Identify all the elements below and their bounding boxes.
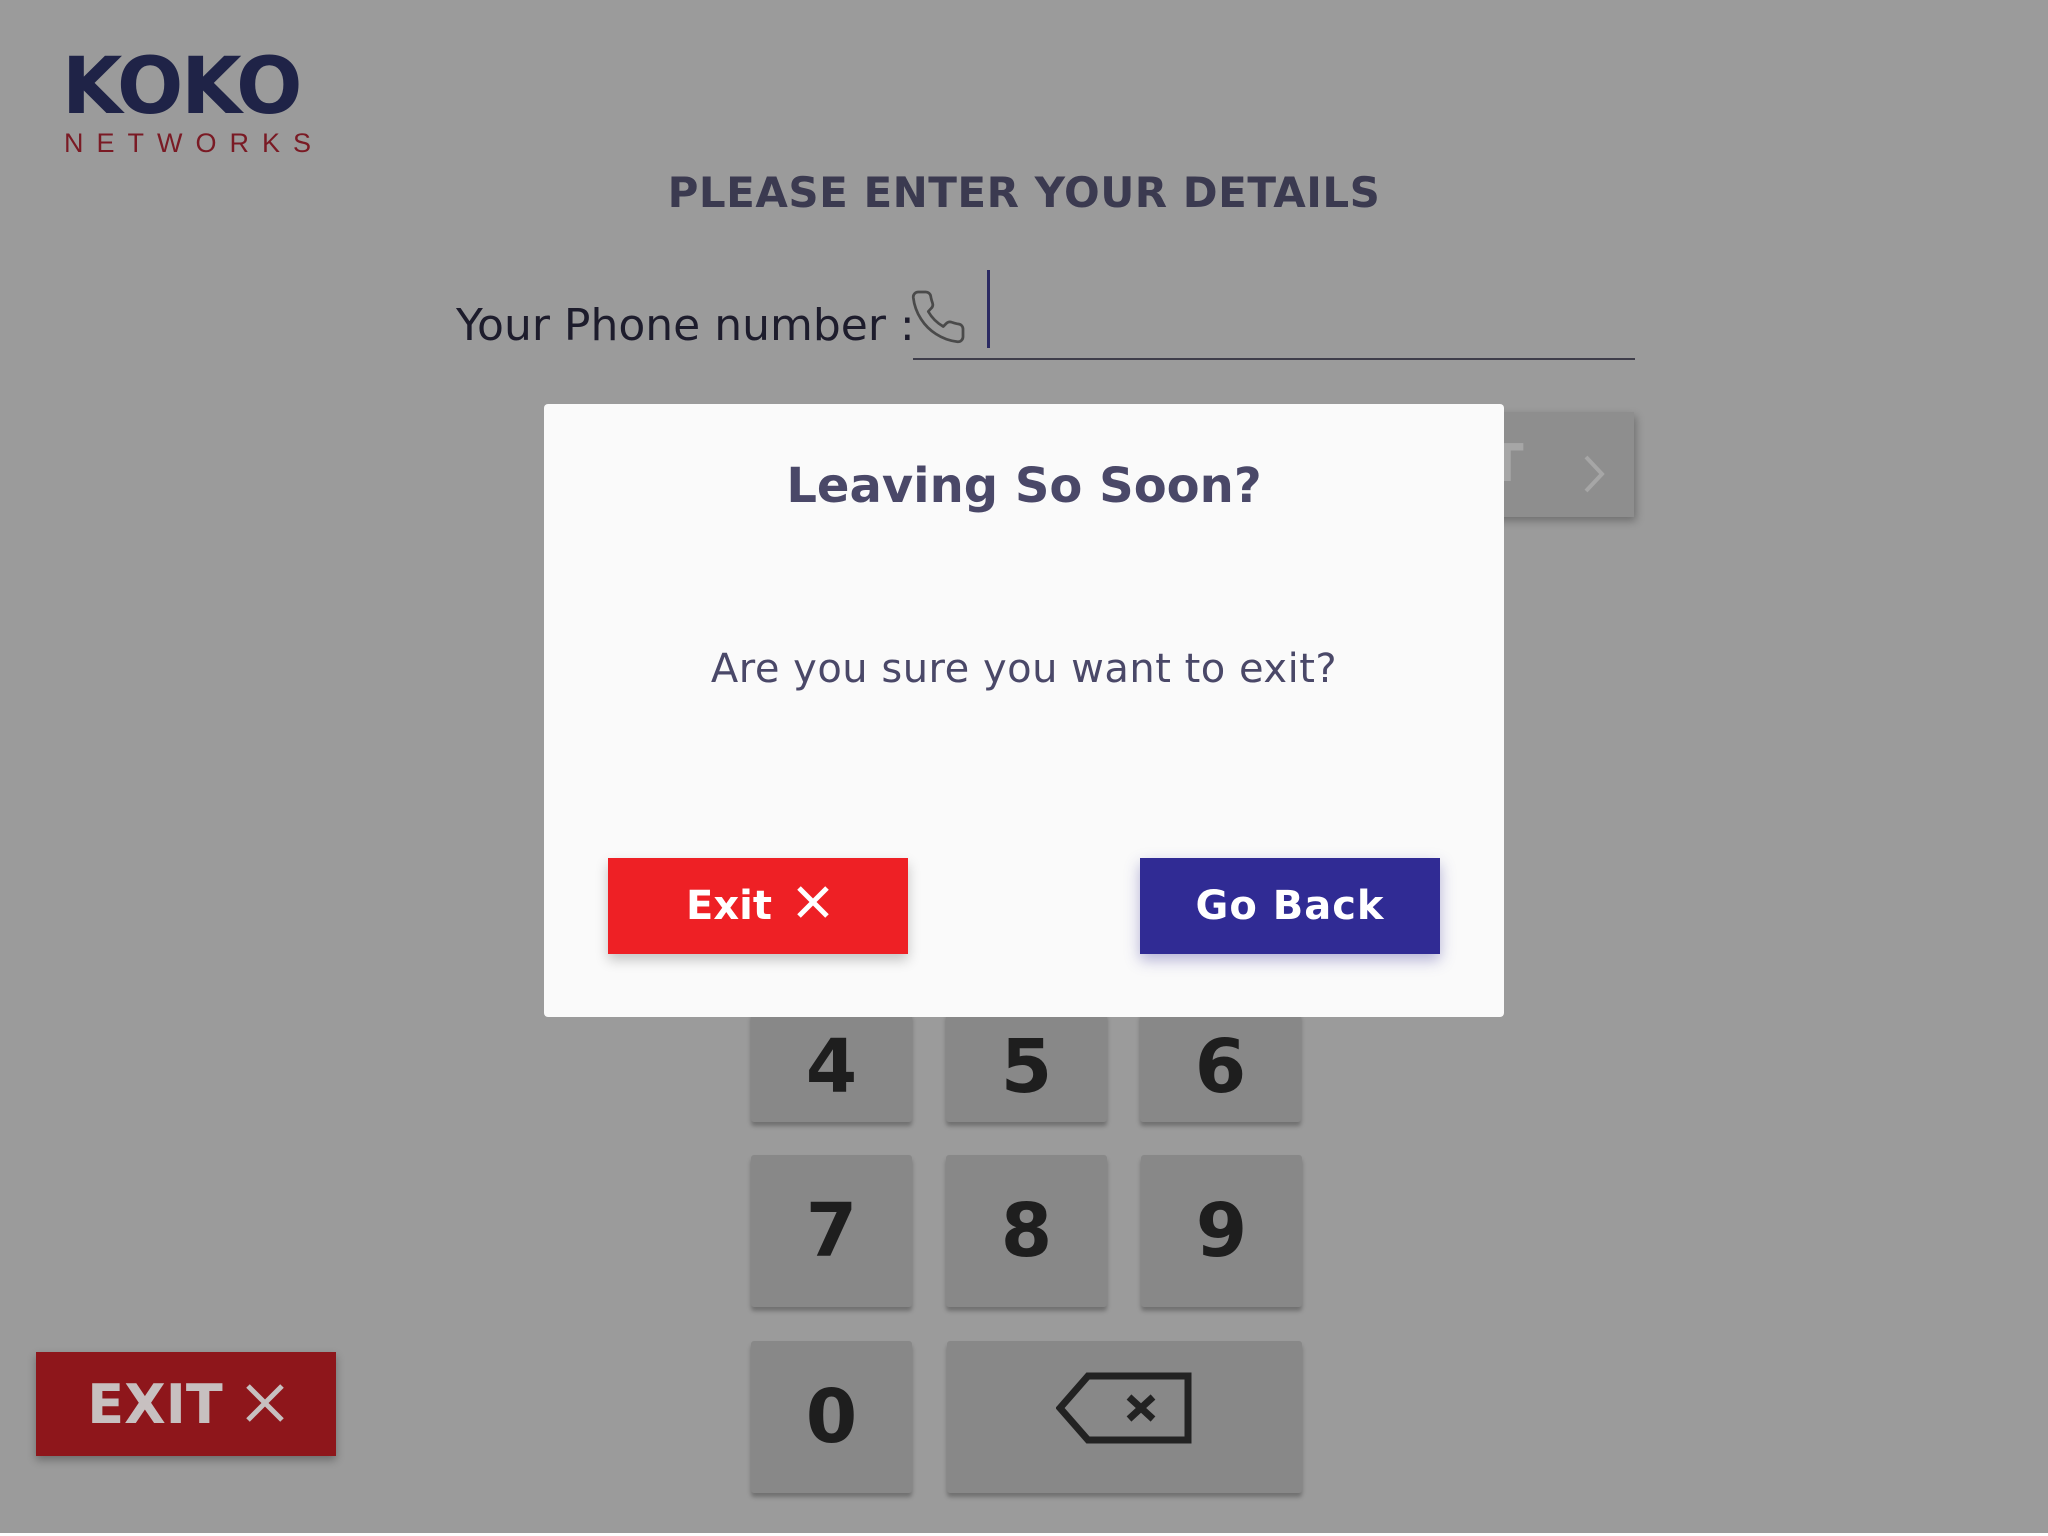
logo-subbrand: NETWORKS [64, 128, 325, 158]
dialog-title: Leaving So Soon? [786, 458, 1262, 514]
page-title: PLEASE ENTER YOUR DETAILS [667, 168, 1381, 217]
keypad-key-5[interactable]: 5 [946, 1012, 1107, 1122]
koko-networks-logo: KOKO NETWORKS [62, 48, 324, 158]
text-cursor [987, 270, 990, 348]
dialog-go-back-button[interactable]: Go Back [1140, 858, 1440, 954]
keypad-key-8[interactable]: 8 [946, 1155, 1107, 1307]
dialog-exit-label: Exit [686, 883, 772, 929]
keypad-key-4[interactable]: 4 [751, 1012, 912, 1122]
keypad-key-7[interactable]: 7 [751, 1155, 912, 1307]
keypad-key-0[interactable]: 0 [751, 1341, 912, 1493]
chevron-right-icon [1580, 448, 1608, 508]
close-icon [245, 1373, 285, 1436]
backspace-icon [1054, 1371, 1194, 1463]
dialog-message: Are you sure you want to exit? [710, 646, 1338, 692]
phone-icon [908, 287, 968, 351]
phone-number-label: Your Phone number : [456, 300, 915, 351]
exit-button-label: EXIT [87, 1372, 223, 1436]
phone-number-input[interactable] [913, 270, 1635, 360]
keypad-key-9[interactable]: 9 [1141, 1155, 1302, 1307]
close-icon [796, 883, 830, 929]
keypad-key-6[interactable]: 6 [1140, 1012, 1301, 1122]
keypad-backspace-button[interactable] [947, 1341, 1302, 1493]
logo-brand: KOKO [62, 42, 303, 132]
exit-button[interactable]: EXIT [36, 1352, 336, 1456]
exit-confirmation-dialog: Leaving So Soon? Are you sure you want t… [544, 404, 1504, 1017]
dialog-exit-button[interactable]: Exit [608, 858, 908, 954]
